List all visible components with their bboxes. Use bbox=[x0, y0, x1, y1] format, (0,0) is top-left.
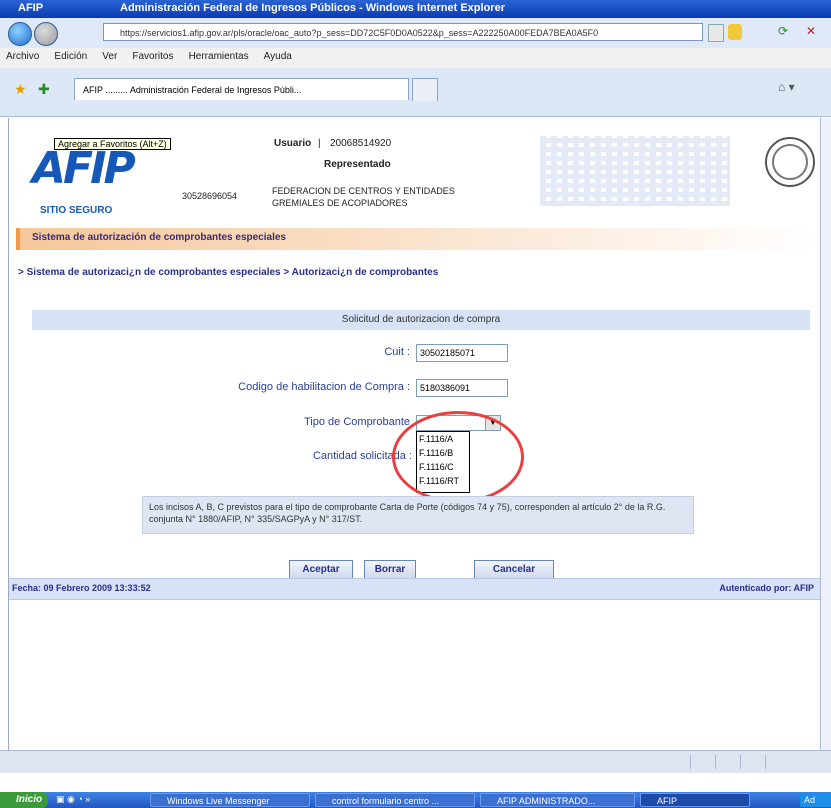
afip-logo[interactable]: AFIP SITIO SEGURO bbox=[32, 143, 182, 216]
info-note: Los incisos A, B, C previstos para el ti… bbox=[142, 496, 694, 534]
cuit-label: Cuit : bbox=[384, 346, 410, 358]
status-bar bbox=[0, 750, 831, 773]
page-footer: Fecha: 09 Febrero 2009 13:33:52 Autentic… bbox=[8, 578, 820, 600]
tab-afip[interactable]: AFIP ......... Administración Federal de… bbox=[74, 78, 409, 100]
stop-icon[interactable]: ✕ bbox=[806, 24, 822, 40]
codigo-input[interactable]: 5180386091 bbox=[416, 379, 508, 397]
representado-name-line2: GREMIALES DE ACOPIADORES bbox=[272, 198, 408, 208]
usuario-value: 20068514920 bbox=[330, 138, 392, 149]
security-seal-icon bbox=[765, 137, 815, 187]
refresh-icon[interactable]: ⟳ bbox=[778, 24, 794, 40]
section-title: Sistema de autorización de comprobantes … bbox=[32, 232, 286, 243]
address-input[interactable]: https://servicios1.afip.gov.ar/pls/oracl… bbox=[103, 23, 703, 41]
accept-button[interactable]: Aceptar bbox=[289, 560, 353, 580]
menu-archivo[interactable]: Archivo bbox=[6, 51, 39, 62]
lock-icon[interactable] bbox=[728, 24, 742, 40]
codigo-label: Codigo de habilitacion de Compra : bbox=[238, 381, 410, 393]
logo-text: AFIP bbox=[32, 143, 136, 194]
favorites-tooltip: Agregar a Favoritos (Alt+Z) bbox=[54, 138, 171, 150]
secure-site-label: SITIO SEGURO bbox=[40, 205, 113, 216]
window-app-label: AFIP bbox=[18, 2, 44, 14]
cancel-button[interactable]: Cancelar bbox=[474, 560, 554, 580]
task-afip-administrado[interactable]: AFIP ADMINISTRADO... bbox=[480, 793, 635, 807]
address-dropdown-button[interactable] bbox=[708, 24, 724, 42]
forward-button[interactable] bbox=[34, 22, 58, 46]
footer-date: Fecha: 09 Febrero 2009 13:33:52 bbox=[12, 583, 151, 593]
menu-edicion[interactable]: Edición bbox=[54, 51, 87, 62]
cantidad-label: Cantidad solicitada : bbox=[312, 450, 412, 462]
system-tray: Ad bbox=[800, 793, 831, 807]
cuit-input[interactable]: 30502185071 bbox=[416, 344, 508, 362]
task-control-formulario[interactable]: control formulario centro ... bbox=[315, 793, 475, 807]
menu-herramientas[interactable]: Herramientas bbox=[189, 51, 249, 62]
add-favorite-icon[interactable]: ✚ bbox=[38, 81, 50, 98]
favorites-star-icon[interactable]: ★ bbox=[14, 81, 27, 98]
taskbar: Inicio ▣ ◉ ◔ » Windows Live Messenger co… bbox=[0, 792, 831, 808]
usuario-label: Usuario bbox=[274, 138, 312, 149]
section-title-bar: Sistema de autorización de comprobantes … bbox=[16, 228, 816, 250]
footer-auth: Autenticado por: AFIP bbox=[719, 583, 814, 593]
menu-ver[interactable]: Ver bbox=[102, 51, 117, 62]
back-button[interactable] bbox=[8, 22, 32, 46]
tipo-comprobante-label: Tipo de Comprobante bbox=[304, 416, 410, 428]
task-messenger[interactable]: Windows Live Messenger bbox=[150, 793, 310, 807]
representado-cuit: 30528696054 bbox=[182, 191, 238, 201]
window-title-bar: AFIP Administración Federal de Ingresos … bbox=[0, 0, 831, 18]
clear-button[interactable]: Borrar bbox=[364, 560, 416, 580]
window-title: Administración Federal de Ingresos Públi… bbox=[120, 2, 505, 14]
representado-label: Representado bbox=[324, 159, 391, 170]
menu-bar: Archivo Edición Ver Favoritos Herramient… bbox=[0, 48, 831, 69]
menu-ayuda[interactable]: Ayuda bbox=[264, 51, 292, 62]
form-title: Solicitud de autorizacion de compra bbox=[32, 310, 810, 330]
tab-bar: ★ ✚ AFIP ......... Administración Federa… bbox=[0, 68, 831, 117]
menu-favoritos[interactable]: Favoritos bbox=[132, 51, 173, 62]
task-afip[interactable]: AFIP bbox=[640, 793, 750, 807]
start-button[interactable]: Inicio bbox=[0, 792, 48, 808]
content-left-border bbox=[8, 118, 9, 750]
address-row: https://servicios1.afip.gov.ar/pls/oracl… bbox=[0, 18, 831, 48]
highlight-circle bbox=[392, 411, 524, 503]
new-tab-button[interactable] bbox=[412, 78, 438, 101]
header-pattern bbox=[540, 136, 730, 206]
representado-name-line1: FEDERACION DE CENTROS Y ENTIDADES bbox=[272, 186, 455, 196]
vertical-scrollbar[interactable] bbox=[820, 118, 831, 750]
breadcrumb[interactable]: > Sistema de autorizaci¿n de comprobante… bbox=[18, 267, 438, 278]
home-icon[interactable]: ⌂ ▾ bbox=[778, 80, 795, 94]
quick-launch-icons[interactable]: ▣ ◉ ◔ » bbox=[56, 794, 116, 806]
